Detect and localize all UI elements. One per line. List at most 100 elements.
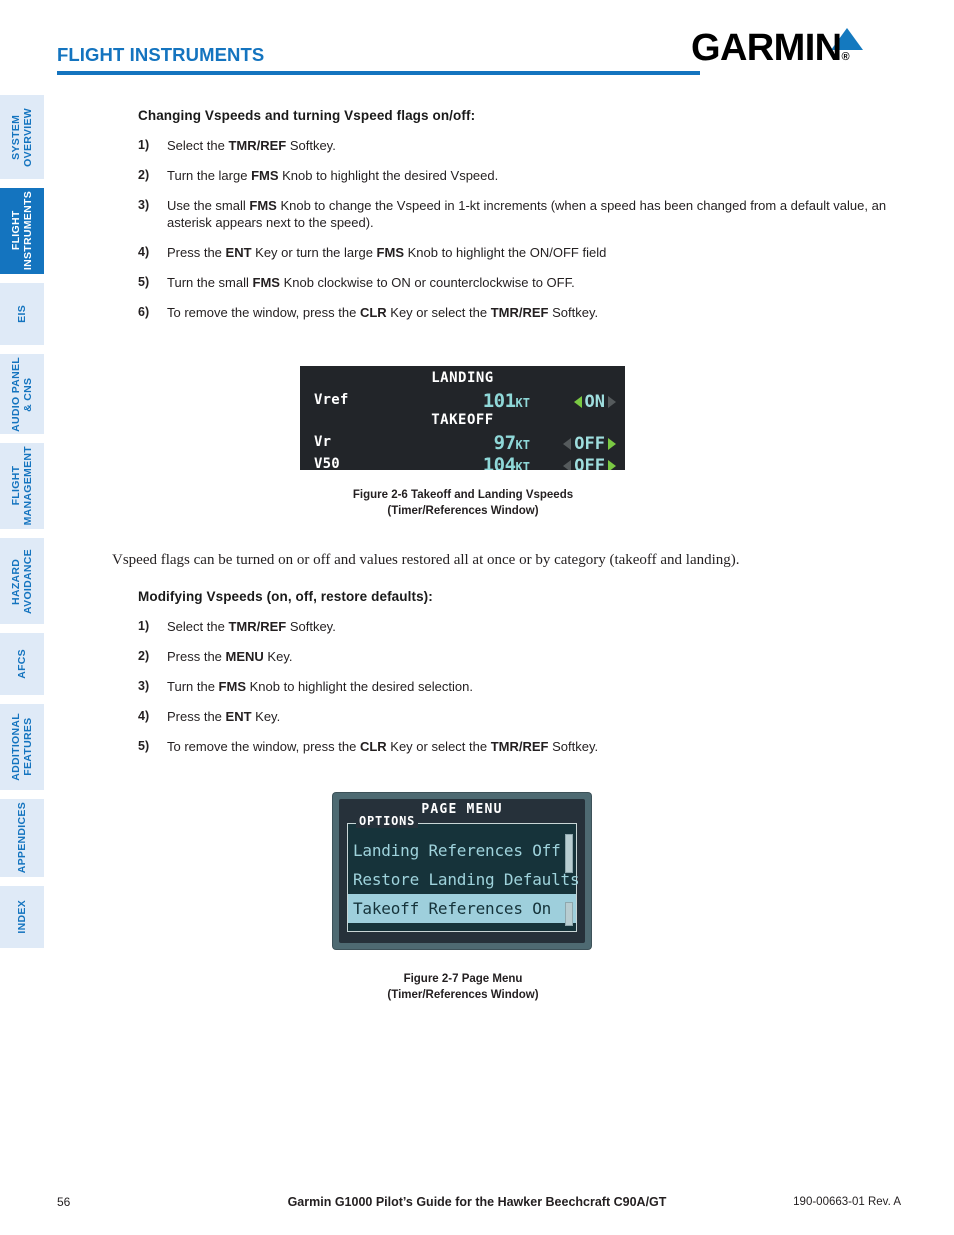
list-item-number: 1)	[138, 619, 150, 633]
figure-2-7-caption-line1: Figure 2-7 Page Menu	[403, 973, 523, 985]
arrow-right-icon[interactable]	[608, 460, 616, 470]
list-item-text: Press the ENT Key or turn the large FMS …	[167, 245, 607, 260]
vspeed-value-unit: KT	[515, 396, 530, 410]
vspeed-row[interactable]: Vref 101KT ON	[300, 390, 625, 414]
vspeed-row[interactable]: V50 104KT OFF	[300, 454, 625, 470]
vspeed-value[interactable]: 101KT	[400, 390, 530, 412]
vspeed-label: V50	[314, 456, 340, 470]
list-item-text: Press the MENU Key.	[167, 649, 293, 664]
list-item-text: Select the TMR/REF Softkey.	[167, 619, 336, 634]
list-item-number: 5)	[138, 739, 150, 753]
figure-2-6-caption-line1: Figure 2-6 Takeoff and Landing Vspeeds	[352, 489, 574, 501]
vspeed-window-screenshot: LANDING TAKEOFF Vref 101KT ON Vr 97KT OFF V50 104…	[300, 366, 625, 470]
vspeed-value-number: 104	[482, 454, 516, 470]
list-item-number: 4)	[138, 709, 150, 723]
sidebar-item-additional-features[interactable]: ADDITIONAL FEATURES	[0, 704, 44, 790]
page-menu-item[interactable]: Restore Landing Defaults	[348, 865, 580, 894]
sidebar-item-label: EIS	[16, 305, 28, 323]
figure-2-6-caption: Figure 2-6 Takeoff and Landing Vspeeds (…	[138, 487, 788, 519]
section-heading-changing-vspeeds: Changing Vspeeds and turning Vspeed flag…	[138, 108, 476, 123]
sidebar-item-flight-instruments[interactable]: FLIGHT INSTRUMENTS	[0, 188, 44, 274]
garmin-wordmark-text: GARMIN	[691, 27, 842, 69]
list-item-number: 5)	[138, 275, 150, 289]
list-item: 1) Select the TMR/REF Softkey.	[138, 137, 913, 154]
list-item-number: 3)	[138, 679, 150, 693]
sidebar-item-hazard-avoidance[interactable]: HAZARD AVOIDANCE	[0, 538, 44, 624]
arrow-right-icon[interactable]	[608, 396, 616, 408]
vspeed-flag-field[interactable]: OFF	[538, 456, 616, 470]
sidebar-item-system-overview[interactable]: SYSTEM OVERVIEW	[0, 95, 44, 179]
sidebar-item-label: SYSTEM OVERVIEW	[10, 107, 34, 167]
list-item-text: Use the small FMS Knob to change the Vsp…	[167, 198, 887, 230]
scrollbar-thumb-lower[interactable]	[565, 902, 573, 926]
list-item-text: To remove the window, press the CLR Key …	[167, 739, 599, 754]
garmin-logo: GARMIN®	[691, 28, 901, 78]
list-item-text: Turn the small FMS Knob clockwise to ON …	[167, 275, 575, 290]
section-heading-modifying-vspeeds: Modifying Vspeeds (on, off, restore defa…	[138, 589, 433, 604]
list-item-text: Turn the large FMS Knob to highlight the…	[167, 168, 499, 183]
list-item: 2) Turn the large FMS Knob to highlight t…	[138, 167, 913, 184]
sidebar-tabs: SYSTEM OVERVIEW FLIGHT INSTRUMENTS EIS AUDI…	[0, 95, 44, 957]
vspeed-value-unit: KT	[515, 460, 530, 470]
list-item: 6) To remove the window, press the CLR Ke…	[138, 304, 913, 321]
vspeed-section-landing: LANDING	[431, 370, 494, 386]
list-item-text: Press the ENT Key.	[167, 709, 281, 724]
registered-mark-icon: ®	[841, 51, 850, 63]
vspeed-flag-value: OFF	[574, 456, 605, 470]
list-item-number: 3)	[138, 198, 150, 212]
page-menu-item[interactable]: Landing References Off	[348, 836, 576, 865]
list-item-number: 2)	[138, 168, 150, 182]
sidebar-item-label: APPENDICES	[16, 802, 28, 874]
sidebar-item-label: HAZARD AVOIDANCE	[10, 548, 34, 614]
sidebar-item-afcs[interactable]: AFCS	[0, 633, 44, 695]
main-content: Changing Vspeeds and turning Vspeed flag…	[138, 108, 913, 334]
sidebar-item-index[interactable]: INDEX	[0, 886, 44, 948]
list-item-text: To remove the window, press the CLR Key …	[167, 305, 599, 320]
list-item: 2) Press the MENU Key.	[138, 648, 913, 665]
page-menu-window-screenshot: PAGE MENU OPTIONS Landing References Off…	[333, 793, 591, 949]
page-footer: 56 Garmin G1000 Pilot’s Guide for the Ha…	[0, 1195, 954, 1213]
vspeed-flag-field[interactable]: ON	[538, 392, 616, 412]
vspeed-value[interactable]: 97KT	[400, 432, 530, 454]
sidebar-item-eis[interactable]: EIS	[0, 283, 44, 345]
vspeed-flag-value: OFF	[574, 434, 605, 454]
list-item: 4) Press the ENT Key or turn the large FM…	[138, 244, 913, 261]
list-item: 3) Turn the FMS Knob to highlight the des…	[138, 678, 913, 695]
header-rule	[57, 71, 700, 75]
vspeed-row[interactable]: Vr 97KT OFF	[300, 432, 625, 456]
footer-part-number: 190-00663-01 Rev. A	[793, 1196, 901, 1208]
figure-2-7-caption-line2: (Timer/References Window)	[387, 989, 539, 1001]
figure-2-7-caption: Figure 2-7 Page Menu (Timer/References W…	[138, 971, 788, 1003]
scrollbar-thumb-upper[interactable]	[565, 834, 573, 873]
list-item-number: 2)	[138, 649, 150, 663]
vspeed-section-takeoff: TAKEOFF	[431, 412, 494, 428]
sidebar-item-flight-management[interactable]: FLIGHT MANAGEMENT	[0, 443, 44, 529]
sidebar-item-label: AFCS	[16, 649, 28, 679]
garmin-wordmark: GARMIN®	[691, 29, 850, 76]
list-item-text: Turn the FMS Knob to highlight the desir…	[167, 679, 473, 694]
figure-2-6-caption-line2: (Timer/References Window)	[387, 505, 539, 517]
vspeed-value-number: 101	[482, 390, 516, 412]
vspeed-value-unit: KT	[515, 438, 530, 452]
vspeed-flag-value: ON	[584, 392, 605, 412]
vspeed-label: Vr	[314, 434, 332, 450]
vspeed-value[interactable]: 104KT	[400, 454, 530, 470]
list-item-number: 1)	[138, 138, 150, 152]
page-menu-item[interactable]: Takeoff References On	[348, 894, 576, 923]
sidebar-item-label: INDEX	[16, 900, 28, 934]
arrow-left-icon[interactable]	[563, 460, 572, 470]
sidebar-item-label: AUDIO PANEL & CNS	[10, 356, 34, 432]
arrow-left-icon[interactable]	[563, 438, 572, 450]
steps-list-changing-vspeeds: 1) Select the TMR/REF Softkey. 2) Turn the …	[138, 137, 913, 321]
sidebar-item-audio-panel-cns[interactable]: AUDIO PANEL & CNS	[0, 354, 44, 434]
vspeed-flag-field[interactable]: OFF	[538, 434, 616, 454]
document-page: SYSTEM OVERVIEW FLIGHT INSTRUMENTS EIS AUDI…	[0, 0, 954, 1235]
list-item: 4) Press the ENT Key.	[138, 708, 913, 725]
arrow-right-icon[interactable]	[608, 438, 616, 450]
list-item: 5) Turn the small FMS Knob clockwise to O…	[138, 274, 913, 291]
vspeed-value-number: 97	[493, 432, 516, 454]
arrow-left-icon[interactable]	[573, 396, 582, 408]
page-menu-scrollbar[interactable]	[565, 834, 573, 926]
sidebar-item-label: FLIGHT MANAGEMENT	[10, 446, 34, 526]
sidebar-item-appendices[interactable]: APPENDICES	[0, 799, 44, 877]
